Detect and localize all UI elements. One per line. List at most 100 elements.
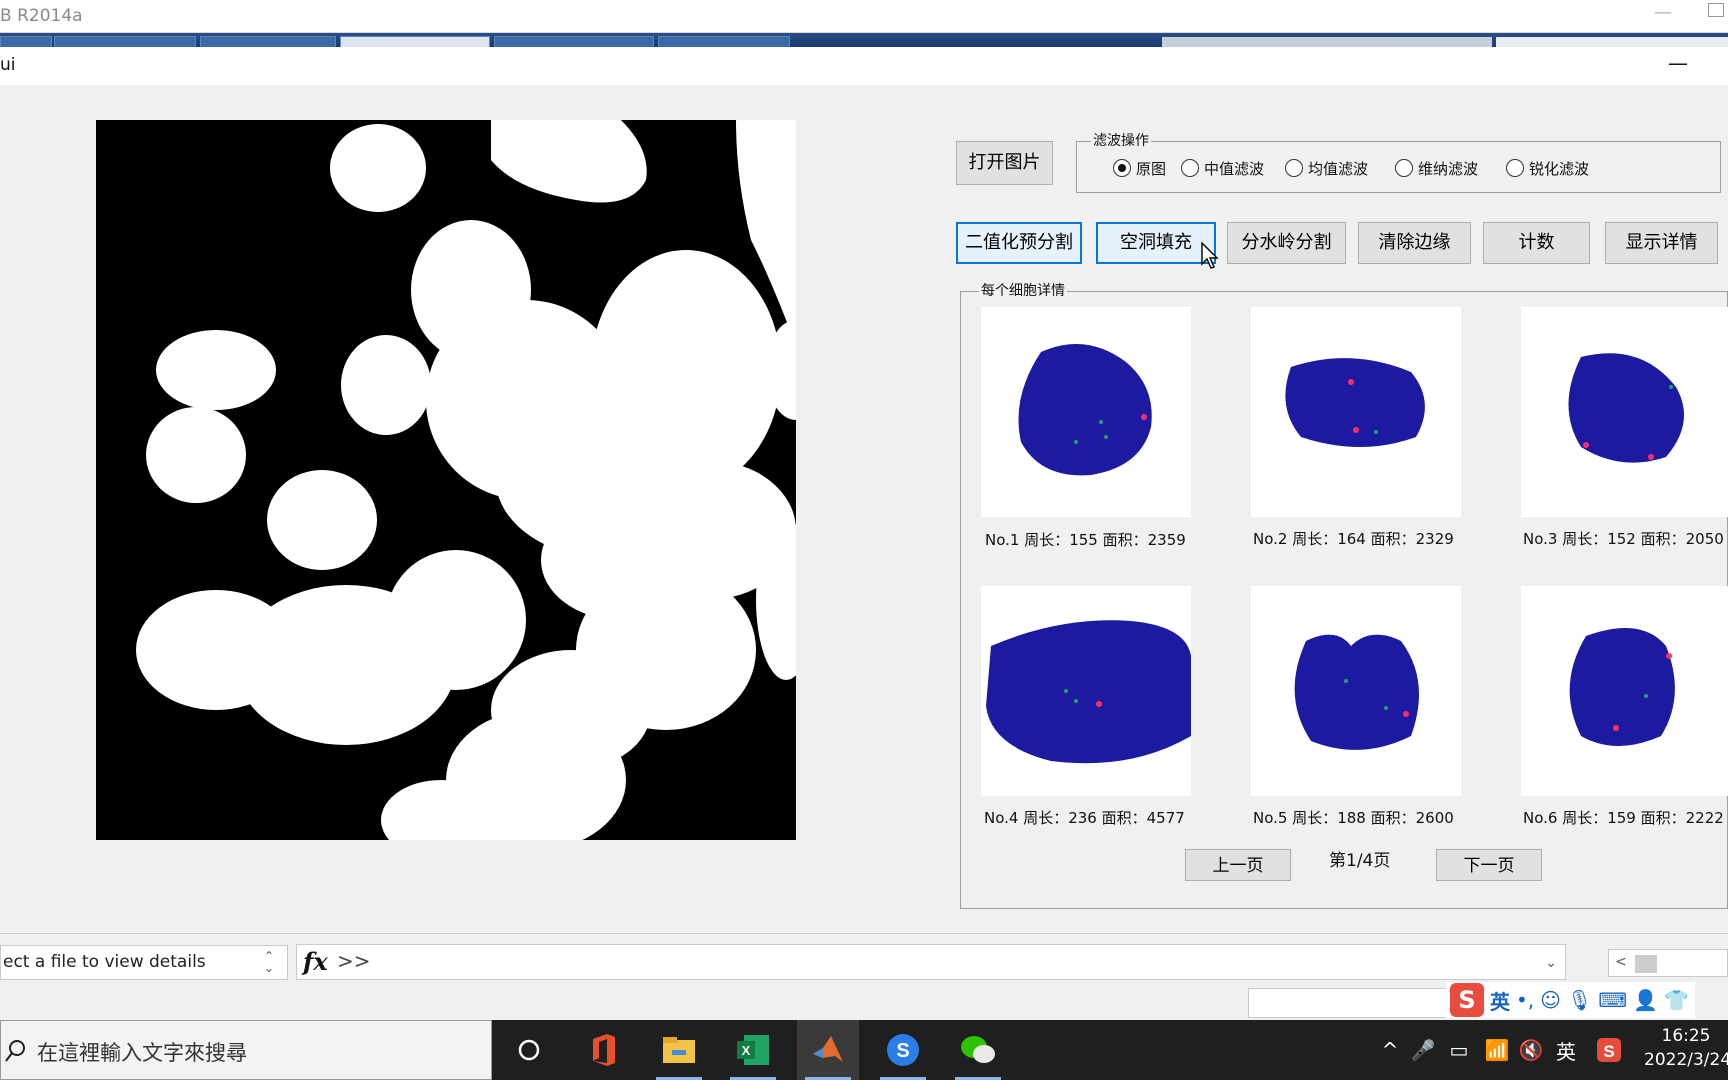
radio-mean-filter[interactable]: 均值滤波 <box>1285 156 1368 180</box>
radio-original[interactable]: 原图 <box>1113 156 1166 180</box>
taskbar: 在這裡輸入文字來搜尋 X S ^ 🎤 ▭ 📶 🔇 英 S 16:25 2022/… <box>0 1020 1728 1080</box>
chevron-down-icon[interactable]: ⌄ <box>1545 955 1557 971</box>
toolstrip-tab[interactable] <box>54 36 196 47</box>
horizontal-scrollbar[interactable]: < <box>1608 949 1728 977</box>
clear-border-button[interactable]: 清除边缘 <box>1358 222 1471 264</box>
keyboard-icon[interactable]: ⌨ <box>1598 988 1627 1012</box>
scrollbar-thumb[interactable] <box>1635 955 1657 973</box>
next-page-button[interactable]: 下一页 <box>1436 849 1542 881</box>
matlab-toolstrip-tabs <box>0 33 1728 47</box>
taskbar-search-box[interactable]: 在這裡輸入文字來搜尋 <box>0 1020 492 1080</box>
microphone-icon[interactable]: 🎤 <box>1408 1020 1438 1080</box>
cell-caption-3: No.3 周长：152 面积：2050 <box>1523 530 1724 548</box>
radio-label: 锐化滤波 <box>1529 159 1590 178</box>
radio-icon[interactable] <box>1285 159 1303 177</box>
cell-image-3 <box>1568 353 1684 463</box>
radio-label: 中值滤波 <box>1204 159 1265 178</box>
system-clock[interactable]: 16:25 2022/3/24 <box>1644 1024 1728 1072</box>
figure-title-text: ui <box>0 55 16 75</box>
svg-text:X: X <box>742 1043 751 1058</box>
cell-caption-6: No.6 周长：159 面积：2222 <box>1523 809 1724 827</box>
search-icon <box>5 1040 25 1062</box>
details-panel-title: 每个细胞详情 <box>979 282 1067 300</box>
fx-icon[interactable]: fx <box>303 947 328 976</box>
sogou-tray-icon[interactable]: S <box>1592 1020 1626 1080</box>
radio-sharpen-filter[interactable]: 锐化滤波 <box>1506 156 1589 180</box>
filter-group-title: 滤波操作 <box>1091 132 1151 150</box>
status-box <box>1248 988 1448 1018</box>
minimize-icon[interactable]: — <box>1668 51 1688 75</box>
figure-title-bar: ui — <box>0 47 1728 85</box>
file-details-box: ect a file to view details <box>0 945 288 980</box>
speaker-muted-icon[interactable]: 🔇 <box>1516 1020 1546 1080</box>
binary-image <box>136 120 801 840</box>
cell-image-1 <box>1018 344 1152 476</box>
ime-toolbar: S 英 •, ☺ 🎙 ⌨ 👤 👕 <box>1446 982 1696 1018</box>
toolstrip-tab[interactable] <box>494 36 654 47</box>
matlab-title-bar: B R2014a — <box>0 0 1728 33</box>
sogou-logo-icon[interactable]: S <box>1450 983 1484 1017</box>
command-window-input[interactable]: fx >> ⌄ <box>296 944 1566 980</box>
radio-label: 均值滤波 <box>1308 159 1369 178</box>
toolstrip-tab[interactable] <box>200 36 336 47</box>
toolstrip-tab[interactable] <box>0 36 52 47</box>
file-explorer-icon[interactable] <box>648 1020 710 1080</box>
matlab-title-text: B R2014a <box>0 6 83 26</box>
matlab-icon[interactable] <box>797 1020 859 1080</box>
toolstrip-search[interactable] <box>1162 37 1492 47</box>
fill-holes-button[interactable]: 空洞填充 <box>1096 222 1216 264</box>
cell-image-4 <box>986 620 1191 764</box>
count-button[interactable]: 计数 <box>1483 222 1590 264</box>
cortana-icon[interactable] <box>498 1020 560 1080</box>
svg-text:S: S <box>1603 1042 1614 1061</box>
prev-page-button[interactable]: 上一页 <box>1185 849 1291 881</box>
radio-icon[interactable] <box>1395 159 1413 177</box>
sogou-icon[interactable]: S <box>872 1020 934 1080</box>
radio-median-filter[interactable]: 中值滤波 <box>1181 156 1264 180</box>
binarize-button[interactable]: 二值化预分割 <box>956 222 1082 264</box>
microphone-icon[interactable]: 🎙 <box>1567 988 1592 1012</box>
emoji-icon[interactable]: ☺ <box>1540 988 1561 1012</box>
radio-icon[interactable] <box>1181 159 1199 177</box>
radio-selected-icon[interactable] <box>1113 159 1131 177</box>
cell-caption-4: No.4 周长：236 面积：4577 <box>984 809 1185 827</box>
punctuation-icon[interactable]: •, <box>1516 988 1534 1012</box>
restore-icon[interactable] <box>1708 3 1724 17</box>
wifi-icon[interactable]: 📶 <box>1482 1020 1512 1080</box>
watershed-button[interactable]: 分水岭分割 <box>1227 222 1346 264</box>
scroll-spinner-icon[interactable]: ⌃ ⌄ <box>264 950 274 974</box>
ime-mode-label[interactable]: 英 <box>1490 986 1510 1015</box>
cell-caption-5: No.5 周长：188 面积：2600 <box>1253 809 1454 827</box>
ime-indicator[interactable]: 英 <box>1550 1020 1582 1080</box>
clock-time: 16:25 <box>1661 1026 1711 1046</box>
skin-icon[interactable]: 👕 <box>1664 988 1689 1012</box>
show-details-button[interactable]: 显示详情 <box>1605 222 1718 264</box>
toolstrip-tab[interactable] <box>658 36 790 47</box>
cell-thumbnail-6 <box>1521 586 1728 796</box>
cell-thumbnail-3 <box>1521 307 1728 517</box>
chevron-left-icon[interactable]: < <box>1615 954 1627 970</box>
page-indicator: 第1/4页 <box>1329 851 1391 871</box>
search-placeholder: 在這裡輸入文字來搜尋 <box>37 1041 247 1065</box>
user-icon[interactable]: 👤 <box>1633 988 1658 1012</box>
radio-label: 维纳滤波 <box>1418 159 1479 178</box>
radio-icon[interactable] <box>1506 159 1524 177</box>
cell-image-2 <box>1285 358 1425 447</box>
cell-thumbnail-1 <box>981 307 1191 517</box>
cell-caption-2: No.2 周长：164 面积：2329 <box>1253 530 1454 548</box>
chevron-up-icon[interactable]: ^ <box>1376 1020 1404 1080</box>
toolstrip-search[interactable] <box>1496 37 1728 47</box>
minimize-icon[interactable]: — <box>1654 2 1672 23</box>
wechat-icon[interactable] <box>947 1020 1009 1080</box>
excel-icon[interactable]: X <box>722 1020 784 1080</box>
open-image-button[interactable]: 打开图片 <box>956 141 1053 185</box>
cell-thumbnail-2 <box>1251 307 1461 517</box>
binary-image-axes <box>96 120 801 840</box>
toolstrip-tab-active[interactable] <box>340 36 490 47</box>
radio-wiener-filter[interactable]: 维纳滤波 <box>1395 156 1478 180</box>
svg-text:S: S <box>896 1040 909 1062</box>
mouse-cursor-icon <box>1201 242 1219 269</box>
battery-icon[interactable]: ▭ <box>1444 1020 1474 1080</box>
office-icon[interactable] <box>573 1020 635 1080</box>
cell-image-5 <box>1294 634 1419 750</box>
